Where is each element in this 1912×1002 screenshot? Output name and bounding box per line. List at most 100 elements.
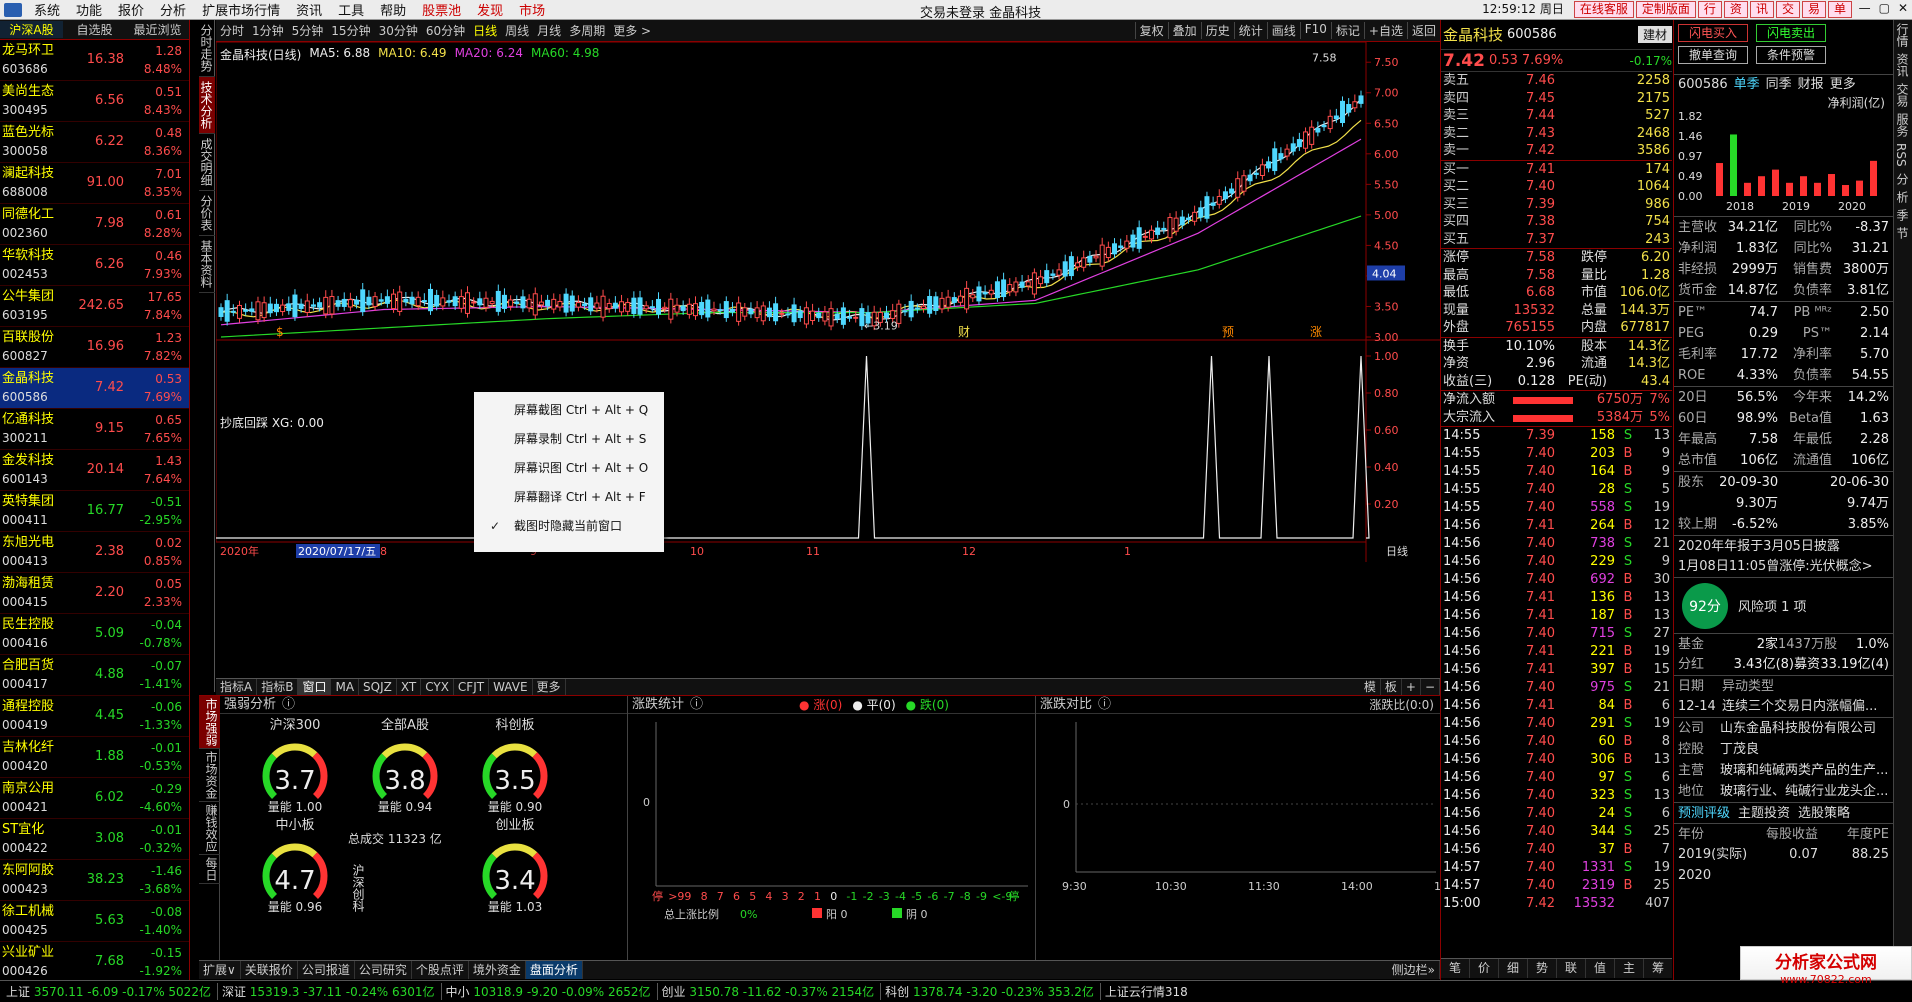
menu-item[interactable]: 报价: [110, 0, 152, 19]
stock-row[interactable]: 金发科技 600143 20.14 1.43 7.64%: [0, 450, 189, 491]
indicator-tab[interactable]: WAVE: [489, 679, 533, 695]
stock-list-tab[interactable]: 沪深A股: [0, 21, 63, 38]
menu-item[interactable]: 帮助: [372, 0, 414, 19]
period-tab[interactable]: 多周期: [565, 22, 609, 39]
close-icon[interactable]: ✕: [1898, 1, 1908, 15]
stock-row[interactable]: ST宜化 000422 3.08 -0.01 -0.32%: [0, 819, 189, 860]
menu-item[interactable]: 市场: [511, 0, 553, 19]
order-book-row[interactable]: 卖五 7.46 2258: [1441, 72, 1672, 90]
bottom-tab[interactable]: 个股点评: [412, 961, 469, 979]
order-book-row[interactable]: 卖一 7.42 3586: [1441, 142, 1672, 160]
toolbar-button[interactable]: 单: [1827, 1, 1852, 18]
toolbar-button[interactable]: 在线客服: [1573, 1, 1634, 18]
stock-row[interactable]: 南京公用 000421 6.02 -0.29 -4.60%: [0, 778, 189, 819]
right-strip-tab[interactable]: 析: [1894, 188, 1911, 206]
stock-row[interactable]: 兴业矿业 000426 7.68 -0.15 -1.92%: [0, 942, 189, 982]
period-tab[interactable]: 月线: [533, 22, 565, 39]
order-book-row[interactable]: 卖二 7.43 2468: [1441, 125, 1672, 143]
toolbar-button[interactable]: 易: [1801, 1, 1826, 18]
indicator-tab[interactable]: XT: [397, 679, 422, 695]
menu-item[interactable]: 分析: [152, 0, 194, 19]
context-menu-item[interactable]: 屏幕识图 Ctrl + Alt + O: [474, 454, 664, 483]
right-strip-tab[interactable]: 交易: [1894, 80, 1911, 110]
bottom-tab[interactable]: 境外资金: [469, 961, 526, 979]
score-badge[interactable]: 92分: [1682, 582, 1728, 629]
right-strip-tab[interactable]: 分: [1894, 170, 1911, 188]
kline-tool-button[interactable]: +自选: [1363, 22, 1407, 39]
order-book-row[interactable]: 卖三 7.44 527: [1441, 107, 1672, 125]
period-tab[interactable]: 60分钟: [422, 22, 469, 39]
quote-tab[interactable]: 主: [1615, 959, 1644, 978]
toolbar-button[interactable]: 交: [1775, 1, 1800, 18]
order-query-button[interactable]: 撤单查询: [1678, 46, 1749, 64]
quote-tab[interactable]: 势: [1528, 959, 1557, 978]
indicator-tool[interactable]: −: [1421, 679, 1440, 695]
f10-link[interactable]: 主题投资: [1738, 803, 1790, 823]
alert-button[interactable]: 条件预警: [1756, 46, 1827, 64]
side-tab[interactable]: 分价表: [199, 191, 215, 236]
notice-limit-up[interactable]: 1月08日11:05曾涨停:光伏概念>: [1674, 556, 1893, 577]
notice-report[interactable]: 2020年年报于3月05日披露: [1674, 535, 1893, 556]
stock-row[interactable]: 金晶科技 600586 7.42 0.53 7.69%: [0, 368, 189, 409]
context-menu-item[interactable]: 屏幕翻译 Ctrl + Alt + F: [474, 483, 664, 512]
stock-row[interactable]: 蓝色光标 300058 6.22 0.48 8.36%: [0, 122, 189, 163]
indicator-tool[interactable]: 板: [1381, 679, 1402, 695]
order-book-row[interactable]: 买五 7.37 243: [1441, 231, 1672, 249]
flash-buy-button[interactable]: 闪电买入: [1678, 24, 1749, 42]
period-tab[interactable]: 日线: [469, 22, 501, 39]
f10-tab[interactable]: 单季: [1734, 75, 1760, 94]
indicator-tab[interactable]: CFJT: [454, 679, 490, 695]
right-strip-tab[interactable]: 服务: [1894, 110, 1911, 140]
stock-list-tab[interactable]: 自选股: [63, 21, 126, 38]
kline-tool-button[interactable]: 历史: [1200, 22, 1234, 39]
toolbar-button[interactable]: 讯: [1749, 1, 1774, 18]
menu-item[interactable]: 系统: [26, 0, 68, 19]
menu-item[interactable]: 股票池: [414, 0, 469, 19]
sidebar-toggle[interactable]: 侧边栏»: [1388, 961, 1440, 979]
kline-tool-button[interactable]: 统计: [1233, 22, 1267, 39]
quote-tab[interactable]: 值: [1586, 959, 1615, 978]
f10-tab[interactable]: 财报: [1798, 75, 1824, 94]
anomaly-row[interactable]: 12-14 连续三个交易日内涨幅偏...: [1674, 696, 1893, 717]
right-strip-tab[interactable]: 季: [1894, 206, 1911, 224]
indicator-tab[interactable]: 指标A: [216, 679, 258, 695]
info-icon[interactable]: ⓘ: [282, 696, 295, 714]
market-side-tab[interactable]: 市场强弱: [199, 696, 220, 749]
quote-tab[interactable]: 价: [1470, 959, 1499, 978]
right-strip-tab[interactable]: 节: [1894, 224, 1911, 242]
f10-link[interactable]: 预测评级: [1678, 803, 1730, 823]
stock-row[interactable]: 同德化工 002360 7.98 0.61 8.28%: [0, 204, 189, 245]
context-menu-item[interactable]: 屏幕录制 Ctrl + Alt + S: [474, 425, 664, 454]
kline-tool-button[interactable]: 叠加: [1167, 22, 1201, 39]
stock-row[interactable]: 民生控股 000416 5.09 -0.04 -0.78%: [0, 614, 189, 655]
kline-tool-button[interactable]: 画线: [1266, 22, 1300, 39]
market-side-tab[interactable]: 市场资金: [199, 749, 220, 802]
stock-row[interactable]: 东阿阿胶 000423 38.23 -1.46 -3.68%: [0, 860, 189, 901]
quote-tab[interactable]: 联: [1557, 959, 1586, 978]
stock-row[interactable]: 美尚生态 300495 6.56 0.51 8.43%: [0, 81, 189, 122]
indicator-tab[interactable]: 指标B: [257, 679, 299, 695]
order-book-row[interactable]: 买四 7.38 754: [1441, 213, 1672, 231]
stock-row[interactable]: 华软科技 002453 6.26 0.46 7.93%: [0, 245, 189, 286]
stock-row[interactable]: 渤海租赁 000415 2.20 0.05 2.33%: [0, 573, 189, 614]
kline-chart[interactable]: 7.507.006.506.005.505.004.504.003.503.00…: [216, 42, 1440, 692]
toolbar-button[interactable]: 行: [1697, 1, 1722, 18]
toolbar-button[interactable]: 资: [1723, 1, 1748, 18]
stock-row[interactable]: 龙马环卫 603686 16.38 1.28 8.48%: [0, 40, 189, 81]
bottom-tab[interactable]: 盘面分析: [525, 961, 583, 979]
context-menu-item[interactable]: ✓ 截图时隐藏当前窗口: [474, 512, 664, 541]
side-tab[interactable]: 成交明细: [199, 134, 215, 191]
f10-link[interactable]: 选股策略: [1798, 803, 1850, 823]
period-tab[interactable]: 5分钟: [288, 22, 328, 39]
stock-row[interactable]: 合肥百货 000417 4.88 -0.07 -1.41%: [0, 655, 189, 696]
minimize-icon[interactable]: —: [1859, 1, 1871, 15]
indicator-tab[interactable]: SQJZ: [359, 679, 397, 695]
stock-row[interactable]: 通程控股 000419 4.45 -0.06 -1.33%: [0, 696, 189, 737]
bottom-tab[interactable]: 扩展∨: [199, 961, 241, 979]
menu-item[interactable]: 工具: [330, 0, 372, 19]
quote-tab[interactable]: 细: [1499, 959, 1528, 978]
indicator-tool[interactable]: 模: [1360, 679, 1381, 695]
info-icon[interactable]: ⓘ: [1098, 696, 1111, 714]
stock-row[interactable]: 亿通科技 300211 9.15 0.65 7.65%: [0, 409, 189, 450]
indicator-tab[interactable]: 窗口: [298, 679, 332, 695]
